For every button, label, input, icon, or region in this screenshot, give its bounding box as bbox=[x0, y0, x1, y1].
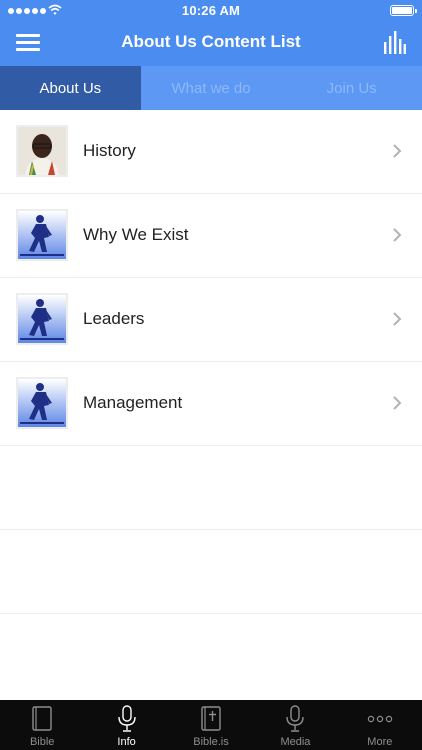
bar-chart-icon[interactable] bbox=[384, 30, 406, 54]
photo-of-man-avatar bbox=[16, 125, 68, 177]
tabbar-label: More bbox=[367, 736, 393, 748]
chevron-right-icon bbox=[393, 396, 402, 410]
tab-what-we-do[interactable]: What we do bbox=[141, 66, 282, 110]
more-dots-icon bbox=[367, 715, 393, 723]
hiker-logo-thumbnail bbox=[16, 377, 68, 429]
page-title: About Us Content List bbox=[121, 32, 301, 51]
content-list: History Why We Exist Leaders Management bbox=[0, 110, 422, 614]
tabbar-item-info[interactable]: Info bbox=[84, 700, 168, 750]
status-bar: 10:26 AM bbox=[0, 0, 422, 22]
tabbar-item-more[interactable]: More bbox=[338, 700, 422, 750]
tabbar-item-media[interactable]: Media bbox=[253, 700, 337, 750]
list-item-label: Why We Exist bbox=[83, 225, 189, 244]
tabbar-label: Info bbox=[117, 736, 136, 748]
bottom-tab-bar: Bible Info Bible.is Media More bbox=[0, 700, 422, 750]
hiker-logo-thumbnail bbox=[16, 293, 68, 345]
hamburger-menu-icon[interactable] bbox=[16, 34, 40, 52]
tab-join-us[interactable]: Join Us bbox=[281, 66, 422, 110]
list-item-label: History bbox=[83, 141, 136, 160]
tabbar-item-bible[interactable]: Bible bbox=[0, 700, 84, 750]
chevron-right-icon bbox=[393, 144, 402, 158]
nav-bar: About Us Content List bbox=[0, 22, 422, 66]
list-item-label: Leaders bbox=[83, 309, 145, 328]
list-item-label: Management bbox=[83, 393, 183, 412]
list-item-management[interactable]: Management bbox=[0, 362, 422, 446]
tabbar-label: Bible bbox=[29, 736, 55, 748]
content-tabs: About Us What we do Join Us bbox=[0, 66, 422, 110]
book-icon bbox=[32, 706, 52, 731]
bible-cross-icon bbox=[201, 706, 221, 731]
header: 10:26 AM About Us Content List bbox=[0, 0, 422, 66]
tabbar-item-bible-is[interactable]: Bible.is bbox=[169, 700, 253, 750]
tabbar-label: Bible.is bbox=[193, 736, 229, 748]
list-item-leaders[interactable]: Leaders bbox=[0, 278, 422, 362]
chevron-right-icon bbox=[393, 312, 402, 326]
chevron-right-icon bbox=[393, 228, 402, 242]
microphone-icon bbox=[286, 705, 305, 732]
hiker-logo-thumbnail bbox=[16, 209, 68, 261]
status-time: 10:26 AM bbox=[181, 3, 241, 18]
empty-list-row bbox=[0, 446, 422, 530]
tabbar-label: Media bbox=[280, 736, 311, 748]
tab-about-us[interactable]: About Us bbox=[0, 66, 141, 110]
list-item-history[interactable]: History bbox=[0, 110, 422, 194]
microphone-icon bbox=[117, 705, 136, 732]
list-item-why-we-exist[interactable]: Why We Exist bbox=[0, 194, 422, 278]
empty-list-row bbox=[0, 530, 422, 614]
battery-icon bbox=[390, 5, 417, 16]
